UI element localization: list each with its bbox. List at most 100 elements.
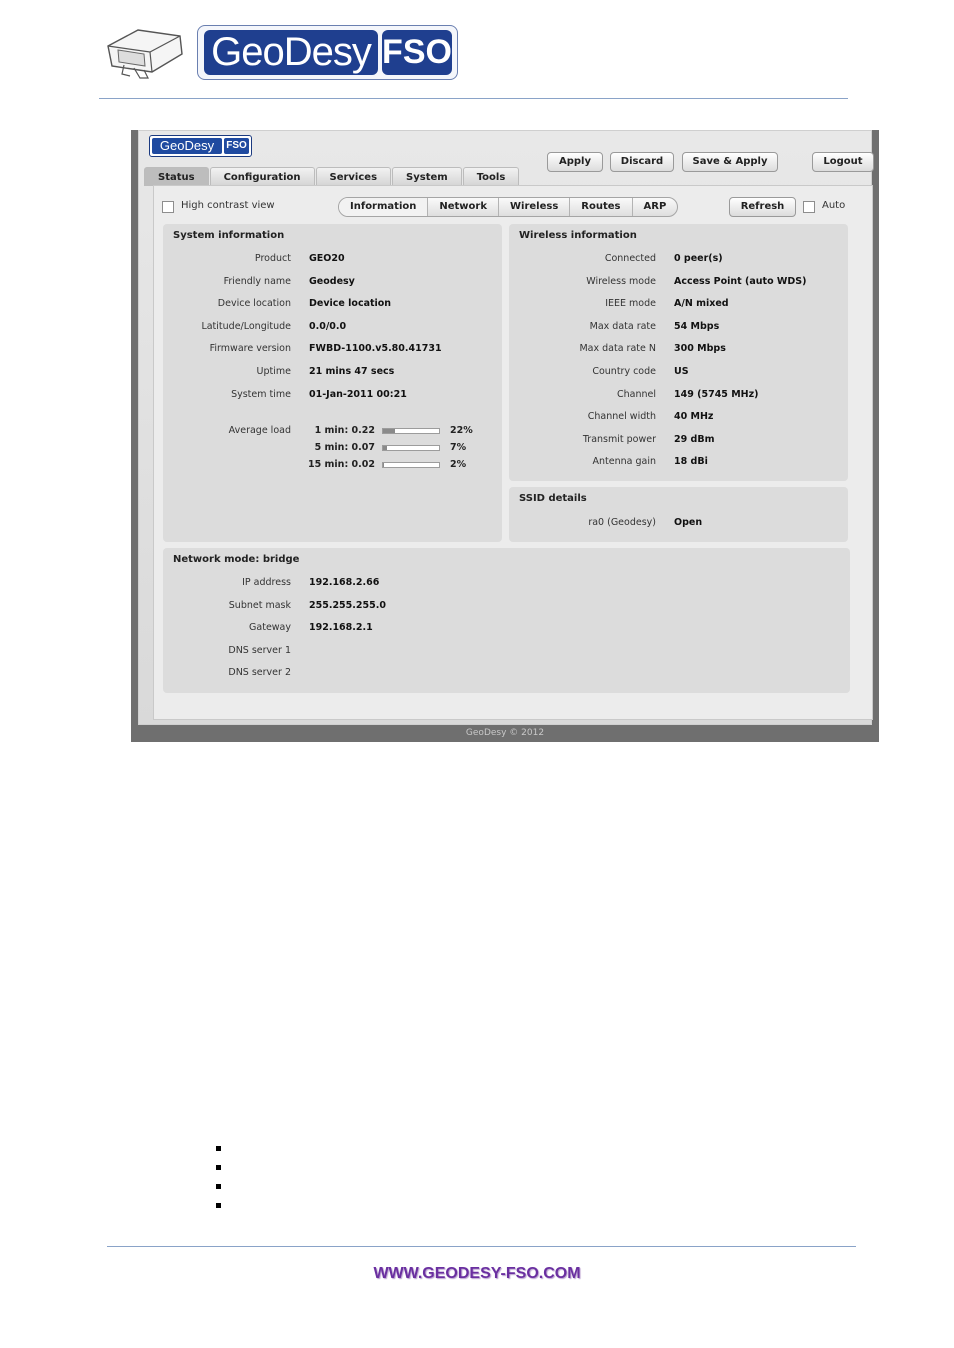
info-key: Antenna gain [592,456,657,468]
info-key: Friendly name [223,275,291,287]
wireless-information-title: Wireless information [519,230,637,241]
logo-geodesy-text: GeoDesy [204,30,378,75]
load-progress-bar [382,428,440,434]
info-value: 54 Mbps [674,320,720,332]
load-label: 1 min: 0.22 [314,425,375,436]
info-row: Country code US [509,366,688,380]
info-row: Wireless mode Access Point (auto WDS) [509,275,806,290]
app-logo-geodesy: GeoDesy [152,138,222,154]
info-key: IEEE mode [605,298,656,310]
info-value: Device location [309,298,392,310]
info-value: 255.255.255.0 [309,599,386,611]
info-value: Open [674,517,703,528]
load-label: 15 min: 0.02 [308,458,375,470]
info-row: Product GEO20 [163,253,345,267]
system-information-box: System information Product GEO20 Friendly … [163,224,502,542]
load-progress-bar [382,461,440,468]
load-percent: 7% [450,441,467,453]
info-key: Firmware version [209,343,291,355]
subtab-routes[interactable]: Routes [570,198,633,216]
info-key: Wireless mode [586,275,656,287]
info-row: IEEE mode A/N mixed [509,298,728,312]
main-tabs: Status Configuration Services System Too… [144,167,520,186]
high-contrast-checkbox[interactable] [162,201,174,213]
bullet-marker [216,1203,221,1208]
refresh-button[interactable]: Refresh [729,197,796,217]
footer-divider [107,1246,856,1247]
load-progress-bar [382,444,440,451]
info-key: ra0 (Geodesy) [588,517,656,528]
discard-button[interactable]: Discard [610,152,674,172]
info-key: Country code [592,366,656,377]
ssid-details-box: SSID details ra0 (Geodesy) Open [509,487,848,542]
bullet-marker [216,1165,221,1170]
apply-button[interactable]: Apply [547,152,603,172]
info-row: Friendly name Geodesy [163,275,355,290]
info-key: DNS server 2 [228,667,291,679]
network-mode-box: Network mode: bridge IP address 192.168.2… [163,548,850,693]
info-value: A/N mixed [674,298,729,310]
info-value: 21 mins 47 secs [309,366,395,377]
info-key: Max data rate [589,320,656,332]
info-row: DNS server 2 [163,667,291,681]
subtab-network[interactable]: Network [428,198,499,216]
subtab-information[interactable]: Information [339,198,429,216]
info-value: 192.168.2.66 [309,577,380,588]
load-percent: 22% [450,425,473,436]
info-row: Max data rate 54 Mbps [509,320,720,335]
tab-tools[interactable]: Tools [462,167,520,186]
logout-button[interactable]: Logout [812,152,874,172]
info-row: Channel width 40 MHz [509,411,714,425]
info-value: 40 MHz [674,411,714,423]
info-key: Max data rate N [579,343,656,355]
info-row: Max data rate N 300 Mbps [509,343,725,357]
load-progress-fill [383,445,387,450]
info-key: Gateway [249,622,291,634]
web-ui-screenshot: GeoDesy FSO Apply Discard Save & Apply L… [131,130,879,742]
info-row: DNS server 1 [163,645,291,659]
info-key: Channel [616,388,656,400]
subtab-arp[interactable]: ARP [633,198,678,216]
ssid-details-title: SSID details [519,493,587,504]
info-row: Subnet mask 255.255.255.0 [163,600,386,614]
network-mode-title: Network mode: bridge [173,554,300,565]
web-ui-window: GeoDesy FSO Apply Discard Save & Apply L… [138,130,874,725]
status-subtabs: Information Network Wireless Routes ARP [338,197,679,217]
info-key: DNS server 1 [228,644,291,656]
info-row: Antenna gain 18 dBi [509,456,708,470]
website-link[interactable]: WWW.GEODESY-FSO.COM [0,1265,954,1283]
bullet-marker [216,1146,221,1151]
info-value: GEO20 [309,253,345,264]
load-progress-fill [383,462,385,467]
auto-refresh-checkbox[interactable] [803,201,815,213]
info-key: Channel width [587,411,656,423]
tab-system[interactable]: System [392,167,462,186]
app-logo: GeoDesy FSO [149,135,252,157]
wireless-information-box: Wireless information Connected 0 peer(s) W… [509,224,848,481]
info-value: 0 peer(s) [674,253,723,264]
logo-fso-text: FSO [382,30,452,75]
info-key: Connected [604,253,656,264]
auto-refresh-label: Auto [822,200,846,211]
tab-services[interactable]: Services [315,167,392,186]
load-row: 5 min: 0.07 7% [163,441,467,456]
info-key: IP address [242,577,291,588]
load-label: 5 min: 0.07 [314,441,375,453]
info-value: 0.0/0.0 [309,320,347,332]
geodesy-fso-logo: GeoDesy FSO [197,25,458,80]
info-value: Geodesy [309,275,355,287]
info-row: Uptime 21 mins 47 secs [163,366,395,380]
subtab-wireless[interactable]: Wireless [499,198,571,216]
info-value: 18 dBi [674,456,708,468]
info-row: Gateway 192.168.2.1 [163,622,373,636]
info-row: Transmit power 29 dBm [509,434,715,448]
load-progress-fill [383,429,396,433]
info-value: US [674,366,689,377]
load-row: 1 min: 0.22 22% [163,425,473,439]
tab-status[interactable]: Status [144,167,209,186]
load-percent: 2% [450,458,467,470]
info-key: Product [254,253,291,264]
tab-configuration[interactable]: Configuration [209,167,315,186]
save-apply-button[interactable]: Save & Apply [682,152,778,172]
info-value: FWBD-1100.v5.80.41731 [309,343,442,355]
